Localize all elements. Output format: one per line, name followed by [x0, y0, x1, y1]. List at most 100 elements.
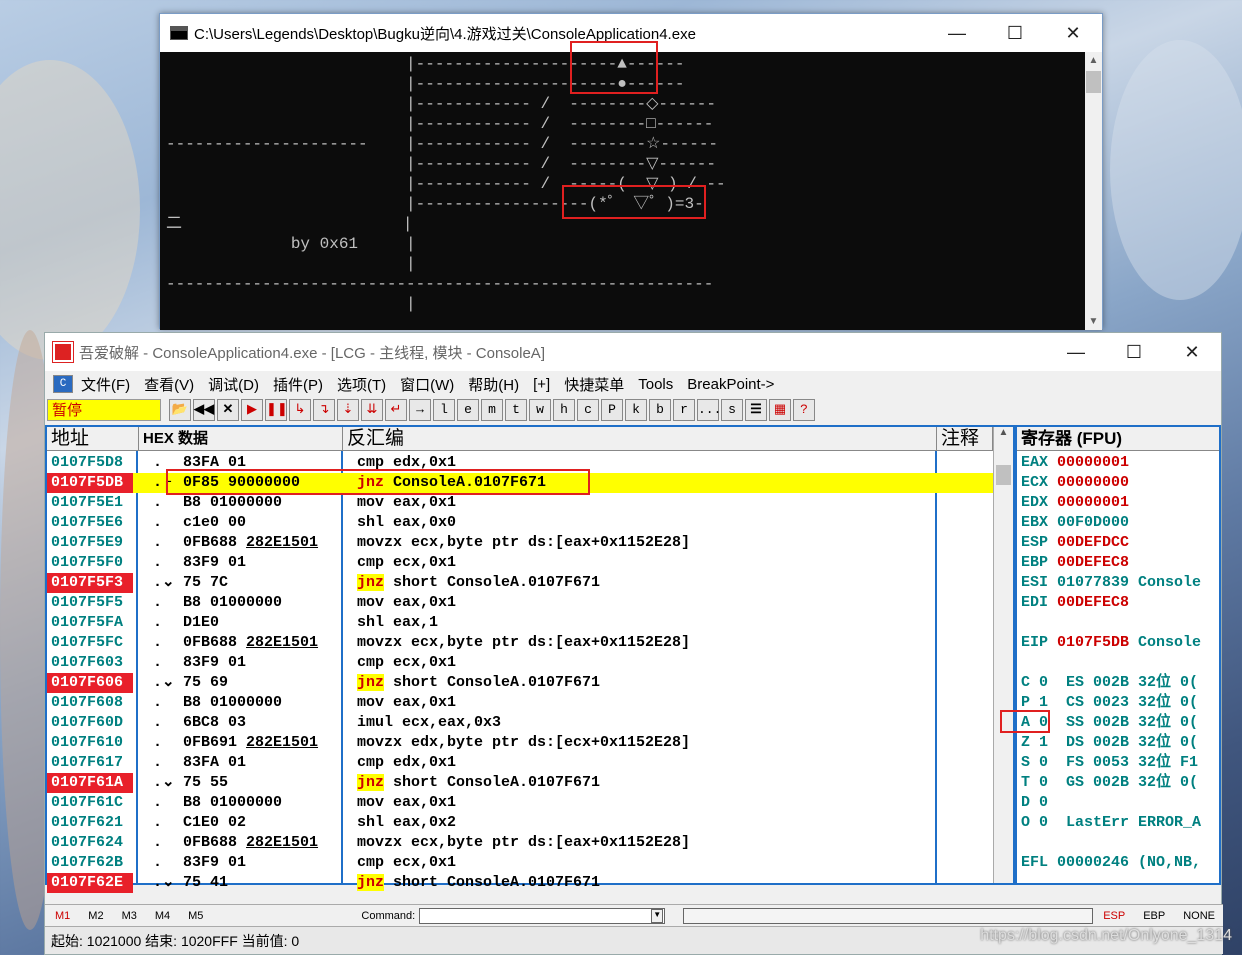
menu-help[interactable]: 帮助(H) — [468, 374, 519, 395]
chevron-down-icon[interactable]: ▼ — [651, 908, 664, 923]
tb-w[interactable]: w — [529, 399, 551, 421]
header-registers[interactable]: 寄存器 (FPU) — [1017, 427, 1219, 451]
rewind-icon[interactable]: ◀◀ — [193, 399, 215, 421]
tb-e[interactable]: e — [457, 399, 479, 421]
tb-k[interactable]: k — [625, 399, 647, 421]
header-hex[interactable]: HEX 数据 — [139, 427, 343, 451]
table-row[interactable]: 0107F621. C1E0 02 shl eax,0x2 — [47, 813, 993, 833]
none-button[interactable]: NONE — [1183, 910, 1215, 922]
table-row[interactable]: 0107F62E .⌄ 75 41 jnz short ConsoleA.0107F6… — [47, 873, 993, 893]
register-row[interactable]: O 0 LastErr ERROR_A — [1021, 813, 1201, 833]
register-row[interactable]: EDI 00DEFEC8 — [1021, 593, 1129, 613]
tb-b[interactable]: b — [649, 399, 671, 421]
scroll-up-icon[interactable]: ▲ — [994, 427, 1013, 438]
table-row[interactable]: 0107F5E6. c1e0 00 shl eax,0x0 — [47, 513, 993, 533]
esp-button[interactable]: ESP — [1103, 910, 1125, 922]
close-button[interactable]: ✕ — [1163, 333, 1221, 371]
header-comment[interactable]: 注释 — [937, 427, 993, 451]
register-row[interactable]: EBX 00F0D000 — [1021, 513, 1129, 533]
table-row[interactable]: 0107F608. B8 01000000 mov eax,0x1 — [47, 693, 993, 713]
tb-m[interactable]: m — [481, 399, 503, 421]
maximize-button[interactable]: ☐ — [986, 14, 1044, 52]
help-icon[interactable]: ? — [793, 399, 815, 421]
header-address[interactable]: 地址 — [47, 427, 139, 451]
register-row[interactable]: ESP 00DEFDCC — [1021, 533, 1129, 553]
register-row[interactable]: EAX 00000001 — [1021, 453, 1129, 473]
menu-view[interactable]: 查看(V) — [144, 374, 194, 395]
table-row[interactable]: 0107F62B. 83F9 01 cmp ecx,0x1 — [47, 853, 993, 873]
command-input[interactable] — [419, 907, 666, 924]
open-icon[interactable]: 📂 — [169, 399, 191, 421]
execute-till-return-icon[interactable]: ↵ — [385, 399, 407, 421]
menu-shortcut[interactable]: 快捷菜单 — [564, 374, 624, 395]
register-row[interactable]: EFL 00000246 (NO,NB, — [1021, 853, 1201, 873]
table-row[interactable]: 0107F5F0. 83F9 01 cmp ecx,0x1 — [47, 553, 993, 573]
list-icon[interactable]: ☰ — [745, 399, 767, 421]
table-row[interactable]: 0107F61C. B8 01000000 mov eax,0x1 — [47, 793, 993, 813]
table-row[interactable]: 0107F610. 0FB691 282E1501 movzx edx,byte p… — [47, 733, 993, 753]
m2-tab[interactable]: M2 — [88, 910, 103, 922]
minimize-button[interactable]: — — [928, 14, 986, 52]
register-row[interactable]: T 0 GS 002B 32位 0( — [1021, 773, 1198, 793]
close-file-icon[interactable]: ✕ — [217, 399, 239, 421]
register-row[interactable]: ESI 01077839 Console — [1021, 573, 1201, 593]
menu-debug[interactable]: 调试(D) — [208, 374, 259, 395]
table-row[interactable]: 0107F617. 83FA 01 cmp edx,0x1 — [47, 753, 993, 773]
scroll-thumb[interactable] — [1086, 71, 1101, 93]
tb-r[interactable]: r — [673, 399, 695, 421]
m1-tab[interactable]: M1 — [55, 910, 70, 922]
tb-p[interactable]: P — [601, 399, 623, 421]
register-row[interactable]: S 0 FS 0053 32位 F1 — [1021, 753, 1198, 773]
table-row[interactable]: 0107F5E1. B8 01000000 mov eax,0x1 — [47, 493, 993, 513]
minimize-button[interactable]: — — [1047, 333, 1105, 371]
menu-file[interactable]: 文件(F) — [81, 374, 130, 395]
register-row[interactable]: EIP 0107F5DB Console — [1021, 633, 1201, 653]
table-row[interactable]: 0107F61A .⌄ 75 55 jnz short ConsoleA.0107F6… — [47, 773, 993, 793]
scroll-up-icon[interactable]: ▲ — [1085, 52, 1102, 69]
menu-tools[interactable]: Tools — [638, 376, 673, 393]
tb-s[interactable]: s — [721, 399, 743, 421]
table-row[interactable]: 0107F603. 83F9 01 cmp ecx,0x1 — [47, 653, 993, 673]
menu-window[interactable]: 窗口(W) — [400, 374, 454, 395]
menu-options[interactable]: 选项(T) — [337, 374, 386, 395]
register-row[interactable]: Z 1 DS 002B 32位 0( — [1021, 733, 1198, 753]
tb-h[interactable]: h — [553, 399, 575, 421]
step-over-icon[interactable]: ↴ — [313, 399, 335, 421]
console-scrollbar[interactable]: ▲ ▼ — [1085, 52, 1102, 330]
registers-pane[interactable]: 寄存器 (FPU) EAX 00000001 ECX 00000000 EDX 00… — [1015, 425, 1221, 885]
tb-t[interactable]: t — [505, 399, 527, 421]
table-row[interactable]: 0107F5E9. 0FB688 282E1501 movzx ecx,byte p… — [47, 533, 993, 553]
close-button[interactable]: ✕ — [1044, 14, 1102, 52]
table-row[interactable]: 0107F624. 0FB688 282E1501 movzx ecx,byte p… — [47, 833, 993, 853]
table-row[interactable]: 0107F606 .⌄ 75 69 jnz short ConsoleA.0107F6… — [47, 673, 993, 693]
register-row[interactable]: D 0 — [1021, 793, 1048, 813]
trace-over-icon[interactable]: ⇊ — [361, 399, 383, 421]
tb-dots[interactable]: ... — [697, 399, 721, 421]
table-row[interactable]: 0107F5F3 .⌄ 75 7C jnz short ConsoleA.0107F6… — [47, 573, 993, 593]
table-row[interactable]: 0107F5FC. 0FB688 282E1501 movzx ecx,byte p… — [47, 633, 993, 653]
menu-plugins[interactable]: 插件(P) — [273, 374, 323, 395]
step-into-icon[interactable]: ↳ — [289, 399, 311, 421]
register-row[interactable]: EBP 00DEFEC8 — [1021, 553, 1129, 573]
trace-into-icon[interactable]: ⇣ — [337, 399, 359, 421]
header-disassembly[interactable]: 反汇编 — [343, 427, 937, 451]
m5-tab[interactable]: M5 — [188, 910, 203, 922]
scroll-thumb[interactable] — [996, 465, 1011, 485]
scroll-down-icon[interactable]: ▼ — [1085, 313, 1102, 330]
debugger-titlebar[interactable]: 吾爱破解 - ConsoleApplication4.exe - [LCG - … — [45, 333, 1221, 371]
goto-icon[interactable]: → — [409, 399, 431, 421]
pause-icon[interactable]: ❚❚ — [265, 399, 288, 421]
menu-breakpoint[interactable]: BreakPoint-> — [687, 376, 774, 393]
register-row[interactable]: ECX 00000000 — [1021, 473, 1129, 493]
register-row[interactable]: EDX 00000001 — [1021, 493, 1129, 513]
m4-tab[interactable]: M4 — [155, 910, 170, 922]
tb-l[interactable]: l — [433, 399, 455, 421]
register-row[interactable]: C 0 ES 002B 32位 0( — [1021, 673, 1198, 693]
cpu-icon[interactable]: C — [53, 375, 73, 393]
cpu-scrollbar[interactable]: ▲ — [993, 427, 1013, 883]
table-row[interactable]: 0107F60D. 6BC8 03 imul ecx,eax,0x3 — [47, 713, 993, 733]
grid-icon[interactable]: ▦ — [769, 399, 791, 421]
m3-tab[interactable]: M3 — [122, 910, 137, 922]
maximize-button[interactable]: ☐ — [1105, 333, 1163, 371]
ebp-button[interactable]: EBP — [1143, 910, 1165, 922]
